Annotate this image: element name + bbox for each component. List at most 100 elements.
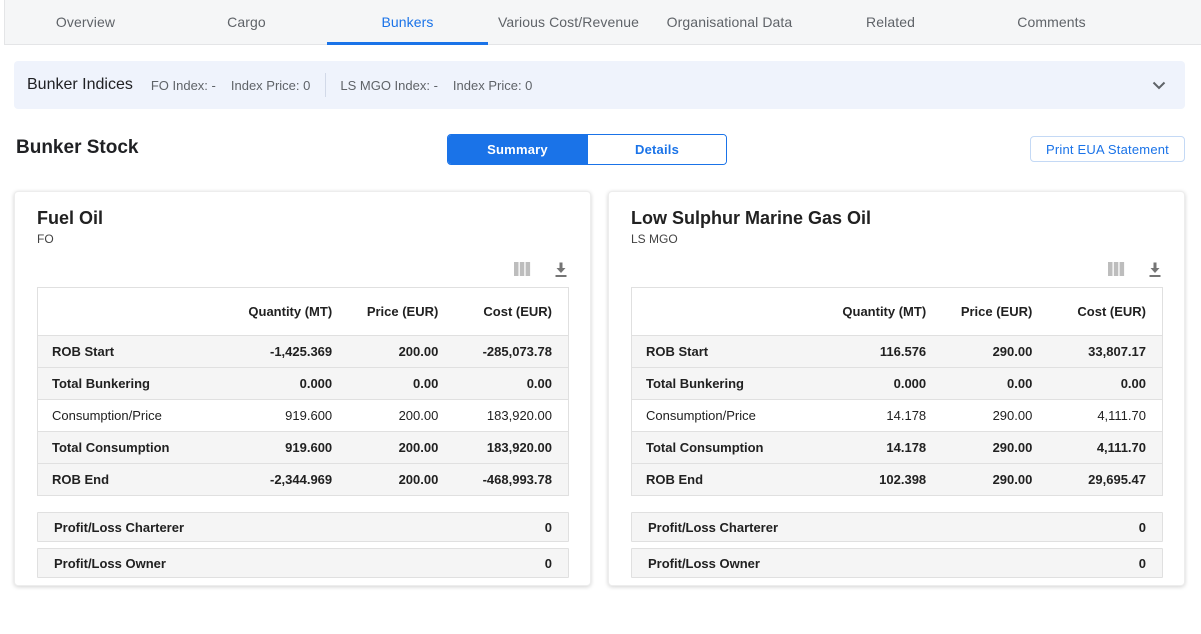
tab-label: Organisational Data [667, 14, 793, 30]
row-quantity: -2,344.969 [197, 464, 340, 496]
summary-toggle-button[interactable]: Summary [448, 135, 587, 164]
row-price: 0.00 [934, 368, 1040, 400]
profit-loss-list: Profit/Loss Charterer 0 Profit/Loss Owne… [37, 512, 569, 578]
column-header-quantity: Quantity (MT) [197, 288, 340, 336]
tab-item[interactable]: Overview [5, 0, 166, 44]
column-header-empty [632, 288, 791, 336]
profit-loss-value: 0 [545, 556, 552, 571]
profit-loss-value: 0 [1139, 556, 1146, 571]
bunker-indices-bar: Bunker Indices FO Index: - Index Price: … [14, 61, 1185, 109]
table-header-row: Quantity (MT) Price (EUR) Cost (EUR) [38, 288, 569, 336]
download-icon[interactable] [1147, 261, 1163, 278]
row-label: Total Bunkering [38, 368, 197, 400]
card-subtitle: LS MGO [631, 232, 1163, 246]
row-quantity: 116.576 [791, 336, 934, 368]
row-cost: 33,807.17 [1040, 336, 1162, 368]
tab-item[interactable]: Bunkers [327, 0, 488, 44]
row-cost: 0.00 [1040, 368, 1162, 400]
fo-index-price-value: Index Price: 0 [231, 78, 311, 93]
row-label: Consumption/Price [38, 400, 197, 432]
table-row: ROB End -2,344.969 200.00 -468,993.78 [38, 464, 569, 496]
row-label: ROB End [38, 464, 197, 496]
row-label: ROB Start [632, 336, 791, 368]
row-quantity: 0.000 [791, 368, 934, 400]
tab-label: Bunkers [381, 14, 433, 30]
download-icon[interactable] [553, 261, 569, 278]
profit-loss-label: Profit/Loss Charterer [54, 520, 184, 535]
table-row: ROB Start 116.576 290.00 33,807.17 [632, 336, 1163, 368]
row-cost: 4,111.70 [1040, 432, 1162, 464]
tab-item[interactable]: Various Cost/Revenue [488, 0, 649, 44]
row-label: Consumption/Price [632, 400, 791, 432]
profit-loss-label: Profit/Loss Owner [54, 556, 166, 571]
row-cost: -468,993.78 [446, 464, 568, 496]
card-toolbar [37, 259, 569, 279]
row-label: ROB Start [38, 336, 197, 368]
row-cost: 4,111.70 [1040, 400, 1162, 432]
view-columns-icon[interactable] [1107, 261, 1125, 277]
tab-label: Cargo [227, 14, 266, 30]
row-cost: 183,920.00 [446, 400, 568, 432]
card-subtitle: FO [37, 232, 569, 246]
tab-item[interactable]: Comments [971, 0, 1132, 44]
tab-label: Various Cost/Revenue [498, 14, 639, 30]
top-tab-bar: Overview Cargo Bunkers Various Cost/Reve… [4, 0, 1201, 45]
row-price: 200.00 [340, 336, 446, 368]
profit-loss-row: Profit/Loss Charterer 0 [37, 512, 569, 542]
row-price: 290.00 [934, 336, 1040, 368]
table-row: ROB End 102.398 290.00 29,695.47 [632, 464, 1163, 496]
column-header-cost: Cost (EUR) [446, 288, 568, 336]
table-row: Total Consumption 14.178 290.00 4,111.70 [632, 432, 1163, 464]
print-eua-statement-button[interactable]: Print EUA Statement [1030, 136, 1185, 162]
table-header-row: Quantity (MT) Price (EUR) Cost (EUR) [632, 288, 1163, 336]
profit-loss-label: Profit/Loss Charterer [648, 520, 778, 535]
row-cost: 183,920.00 [446, 432, 568, 464]
profit-loss-label: Profit/Loss Owner [648, 556, 760, 571]
bunker-indices-title: Bunker Indices [27, 76, 133, 94]
lsmgo-index-value: LS MGO Index: - [340, 78, 438, 93]
table-row: ROB Start -1,425.369 200.00 -285,073.78 [38, 336, 569, 368]
details-toggle-button[interactable]: Details [587, 135, 726, 164]
table-row: Total Bunkering 0.000 0.00 0.00 [632, 368, 1163, 400]
row-quantity: 14.178 [791, 432, 934, 464]
row-quantity: 0.000 [197, 368, 340, 400]
row-quantity: 919.600 [197, 400, 340, 432]
column-header-quantity: Quantity (MT) [791, 288, 934, 336]
lsmgo-index-price-value: Index Price: 0 [453, 78, 533, 93]
fo-index-value: FO Index: - [151, 78, 216, 93]
card-title: Low Sulphur Marine Gas Oil [631, 208, 1163, 229]
tab-label: Related [866, 14, 915, 30]
profit-loss-value: 0 [1139, 520, 1146, 535]
table-row: Consumption/Price 919.600 200.00 183,920… [38, 400, 569, 432]
summary-details-toggle: Summary Details [447, 134, 727, 165]
table-row: Total Consumption 919.600 200.00 183,920… [38, 432, 569, 464]
column-header-cost: Cost (EUR) [1040, 288, 1162, 336]
card-toolbar [631, 259, 1163, 279]
profit-loss-list: Profit/Loss Charterer 0 Profit/Loss Owne… [631, 512, 1163, 578]
row-cost: 0.00 [446, 368, 568, 400]
row-price: 290.00 [934, 464, 1040, 496]
view-columns-icon[interactable] [513, 261, 531, 277]
page-title: Bunker Stock [16, 137, 138, 159]
chevron-down-icon[interactable] [1147, 73, 1171, 97]
fuel-oil-card: Fuel Oil FO Quanti [14, 191, 591, 586]
row-quantity: 14.178 [791, 400, 934, 432]
bunker-stock-table: Quantity (MT) Price (EUR) Cost (EUR) ROB… [37, 287, 569, 496]
profit-loss-value: 0 [545, 520, 552, 535]
column-header-empty [38, 288, 197, 336]
tab-item[interactable]: Related [810, 0, 971, 44]
tab-label: Comments [1017, 14, 1085, 30]
bunker-stock-cards: Fuel Oil FO Quanti [14, 191, 1185, 586]
tab-item[interactable]: Organisational Data [649, 0, 810, 44]
tab-item[interactable]: Cargo [166, 0, 327, 44]
card-title: Fuel Oil [37, 208, 569, 229]
ls-mgo-card: Low Sulphur Marine Gas Oil LS MGO [608, 191, 1185, 586]
row-quantity: 919.600 [197, 432, 340, 464]
table-row: Total Bunkering 0.000 0.00 0.00 [38, 368, 569, 400]
row-label: Total Consumption [38, 432, 197, 464]
profit-loss-row: Profit/Loss Charterer 0 [631, 512, 1163, 542]
row-cost: -285,073.78 [446, 336, 568, 368]
row-price: 200.00 [340, 432, 446, 464]
row-cost: 29,695.47 [1040, 464, 1162, 496]
row-label: ROB End [632, 464, 791, 496]
